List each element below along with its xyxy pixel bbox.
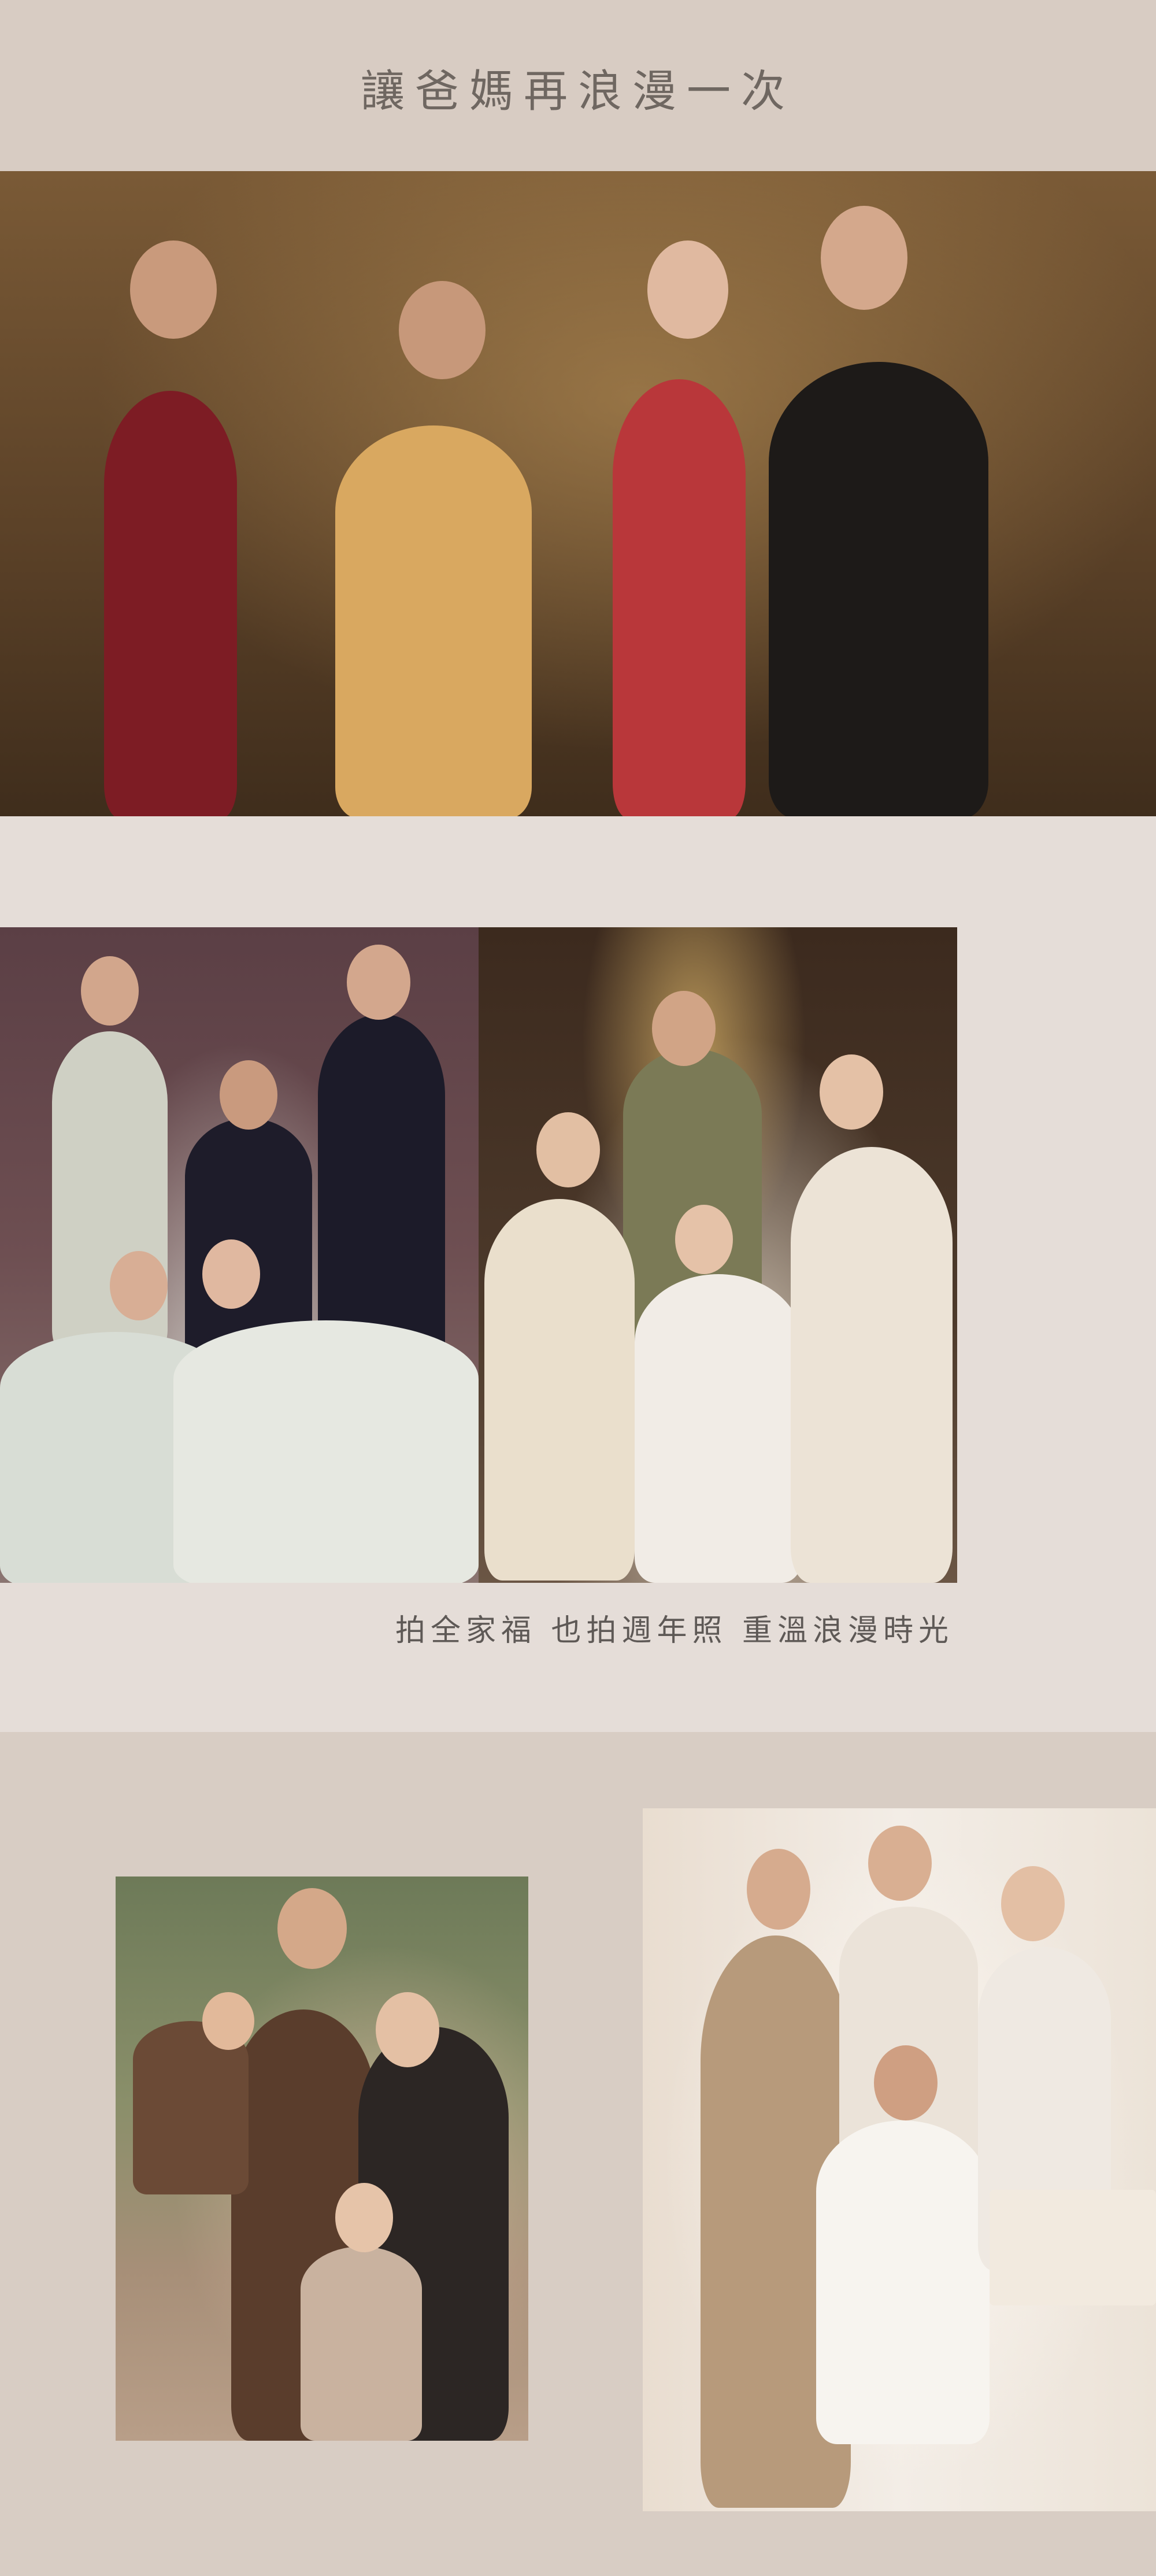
figure-park-mother-head [376, 1992, 439, 2067]
figure-bride-right [173, 1320, 479, 1583]
figure-guitarist-right [791, 1147, 953, 1583]
figure-daughter-head [647, 240, 728, 339]
figure-studio-grandmother-head [874, 2045, 938, 2120]
figure-bride-left-head [110, 1251, 168, 1320]
figure-park-girl [301, 2246, 422, 2441]
figure-daughter [613, 379, 746, 816]
figure-grandmother-head [399, 281, 486, 379]
figure-girl-head [675, 1205, 733, 1274]
figure-girl [635, 1274, 802, 1583]
figure-son [769, 362, 988, 816]
figure-groom-left-head [81, 956, 139, 1026]
figure-studio-mother-head [747, 1849, 810, 1930]
figure-guitarist-left [484, 1199, 635, 1581]
figure-saxophonist-head [652, 991, 716, 1066]
figure-guitarist-right-head [820, 1054, 883, 1130]
figure-grandmother [335, 425, 532, 816]
figure-toddler-head [202, 1992, 254, 2050]
figure-studio-daughter-head [1001, 1866, 1065, 1941]
music-band-family-photo [479, 927, 957, 1583]
figure-groom-right-head [347, 945, 410, 1020]
figure-studio-grandmother [816, 2120, 990, 2444]
figure-mother [104, 391, 237, 816]
figure-studio-son-head [868, 1826, 932, 1901]
figure-father-head [220, 1060, 277, 1130]
studio-family-photo [643, 1808, 1156, 2511]
figure-park-girl-head [335, 2183, 393, 2252]
park-family-photo [116, 1877, 528, 2441]
caption-text: 拍全家福 也拍週年照 重溫浪漫時光 [395, 1613, 954, 1648]
figure-bride-right-head [202, 1239, 260, 1309]
figure-mother-head [130, 240, 217, 339]
figure-park-father-head [277, 1888, 347, 1969]
wedding-anniversary-photo [0, 927, 479, 1583]
page-heading: 讓爸媽再浪漫一次 [361, 65, 795, 117]
figure-son-head [821, 206, 907, 310]
side-table [990, 2190, 1156, 2305]
figure-guitarist-left-head [536, 1112, 600, 1187]
hero-family-photo [0, 171, 1156, 816]
